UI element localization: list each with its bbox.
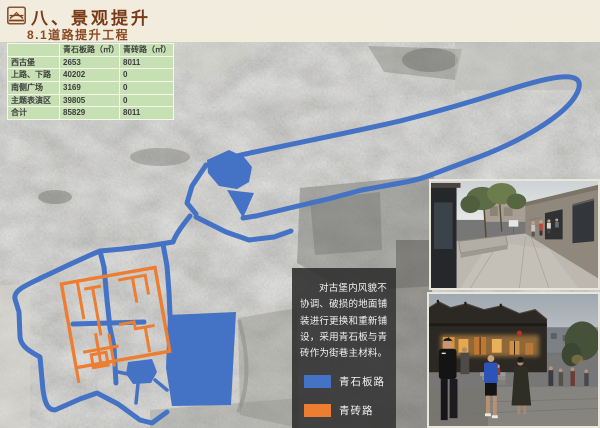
brick-value: 8011 (120, 107, 174, 120)
row-label: 上路、下路 (8, 69, 60, 82)
theme-performance-plaza (166, 312, 236, 406)
table-row-total: 合计 85829 8011 (8, 107, 174, 120)
row-label: 合计 (8, 107, 60, 120)
table-row: 南侧广场 3169 0 (8, 82, 174, 95)
header-cell-brick: 青砖路（㎡） (120, 44, 174, 57)
map-legend: 青石板路 青砖路 (300, 374, 389, 418)
stone-value: 39805 (60, 94, 120, 107)
brick-value: 0 (120, 69, 174, 82)
row-label: 西古堡 (8, 56, 60, 69)
brick-value: 0 (120, 94, 174, 107)
table-row: 主题表演区 39805 0 (8, 94, 174, 107)
callout-box: 对古堡内风貌不协调、破损的地面铺装进行更换和重新铺设，采用青石板与青砖作为街巷主… (292, 268, 396, 428)
row-label: 主题表演区 (8, 94, 60, 107)
stone-road-swatch (304, 375, 331, 388)
stone-value: 2653 (60, 56, 120, 69)
row-label: 南侧广场 (8, 82, 60, 95)
header-cell-blank (8, 44, 60, 57)
header-cell-stone: 青石板路（㎡） (60, 44, 120, 57)
page-subtitle: 8.1道路提升工程 (27, 26, 129, 43)
table-row: 上路、下路 40202 0 (8, 69, 174, 82)
legend-item-brick: 青砖路 (304, 403, 389, 418)
legend-label: 青石板路 (339, 374, 385, 389)
table-header-row: 青石板路（㎡） 青砖路（㎡） (8, 44, 174, 57)
brick-road-swatch (304, 404, 331, 417)
stone-value: 3169 (60, 82, 120, 95)
slide: 八、景观提升 8.1道路提升工程 青石板路（㎡） 青砖路（㎡） 西古堡 2653… (0, 0, 600, 428)
legend-item-stone: 青石板路 (304, 374, 389, 389)
brick-value: 0 (120, 82, 174, 95)
small-plaza (126, 359, 157, 384)
photo-street-dusk-art (429, 294, 598, 426)
paving-area-table: 青石板路（㎡） 青砖路（㎡） 西古堡 2653 8011 上路、下路 40202… (7, 43, 174, 120)
stone-value: 40202 (60, 69, 120, 82)
table-row: 西古堡 2653 8011 (8, 56, 174, 69)
legend-label: 青砖路 (339, 403, 374, 418)
callout-text: 对古堡内风貌不协调、破损的地面铺装进行更换和重新铺设，采用青石板与青砖作为街巷主… (300, 281, 389, 363)
photo-street-day-art (431, 181, 598, 288)
brick-value: 8011 (120, 56, 174, 69)
stone-value: 85829 (60, 107, 120, 120)
bridge-stamp-icon (6, 5, 27, 26)
photo-street-dusk (427, 292, 600, 428)
photo-street-day (429, 179, 600, 290)
